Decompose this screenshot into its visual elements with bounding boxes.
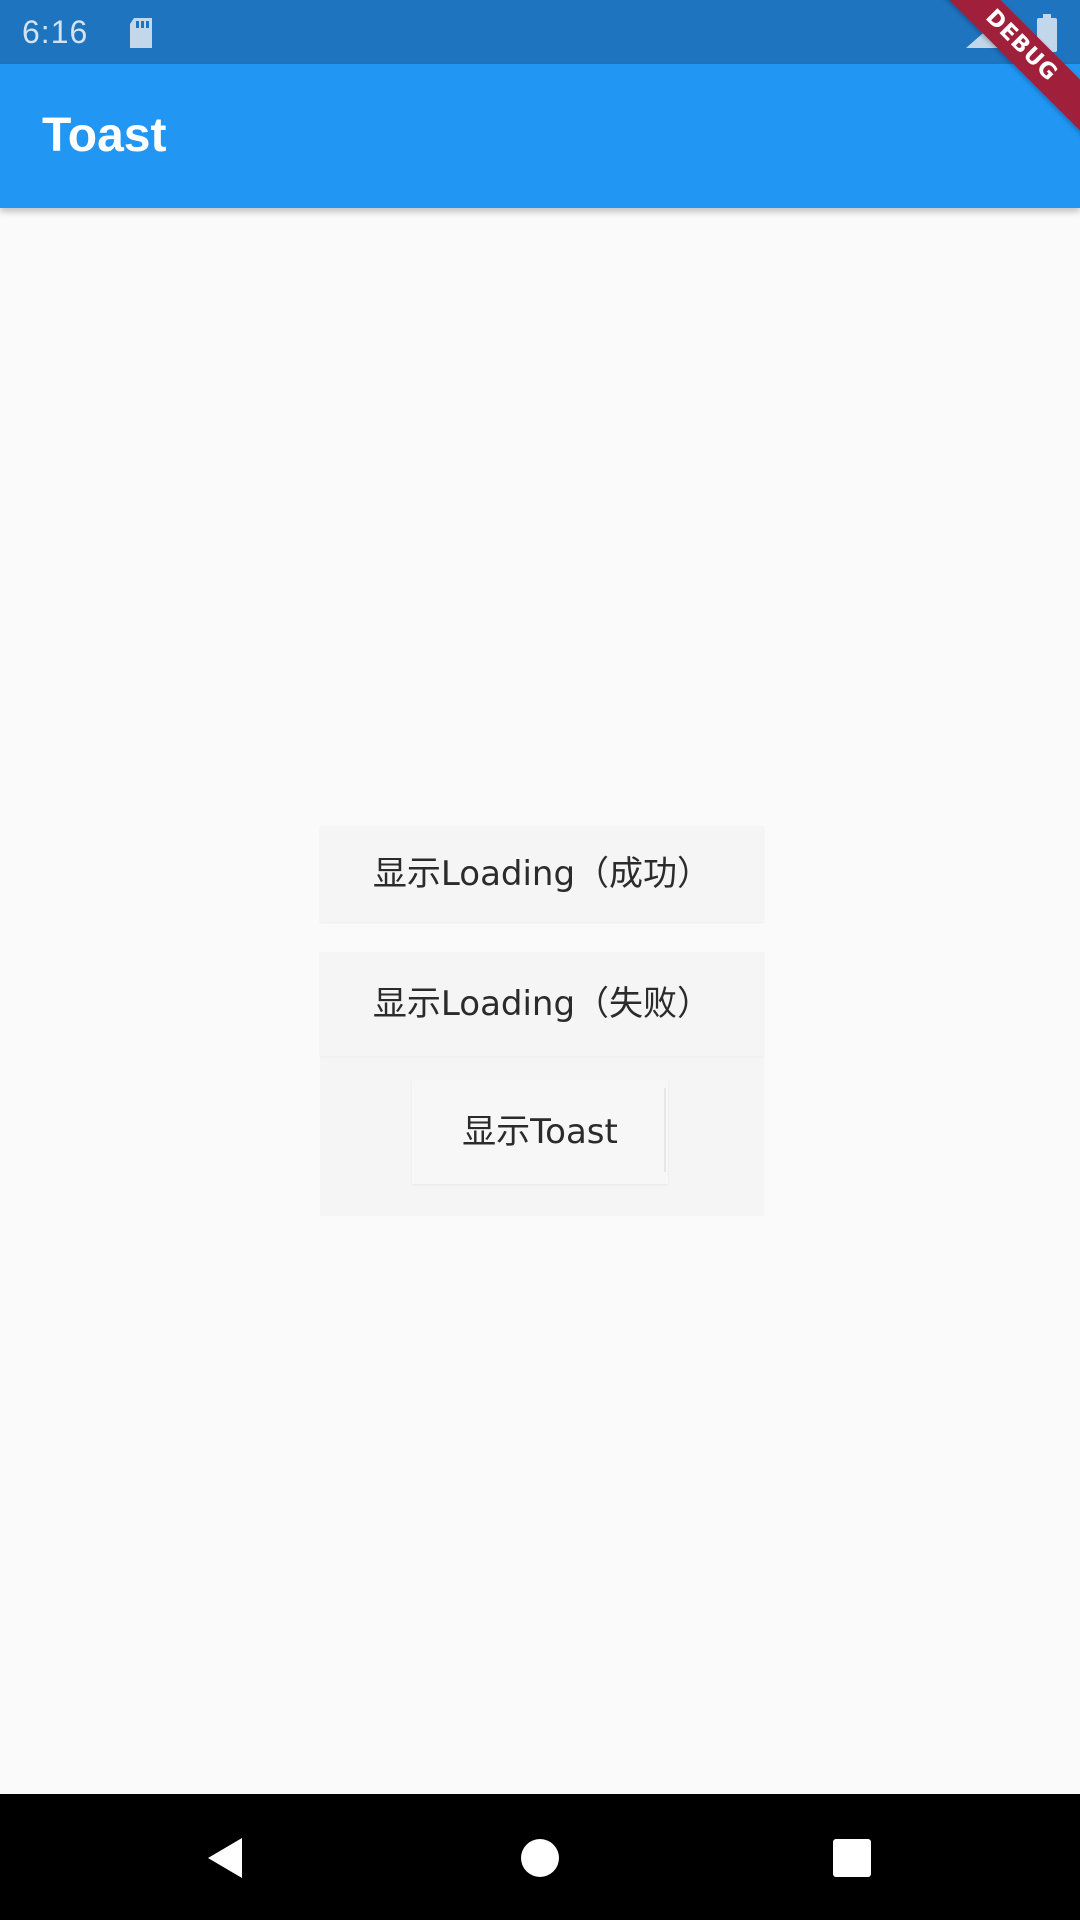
- app-screen: 6:16 Toast DEBUG 显示Loading（成功） 显示Loading…: [0, 0, 1080, 1920]
- page-title: Toast: [42, 109, 167, 162]
- show-loading-failure-button[interactable]: 显示Loading（失败）: [320, 952, 764, 1056]
- show-loading-success-button[interactable]: 显示Loading（成功）: [320, 826, 764, 922]
- app-bar: Toast: [0, 64, 1080, 208]
- status-time: 6:16: [22, 14, 89, 50]
- sd-card-icon: [130, 18, 152, 48]
- status-bar: 6:16: [0, 0, 1080, 64]
- back-icon[interactable]: [206, 1836, 244, 1880]
- home-icon[interactable]: [520, 1838, 560, 1878]
- button-divider: [664, 1088, 666, 1172]
- show-toast-button[interactable]: 显示Toast: [412, 1080, 668, 1184]
- recents-icon[interactable]: [832, 1838, 872, 1878]
